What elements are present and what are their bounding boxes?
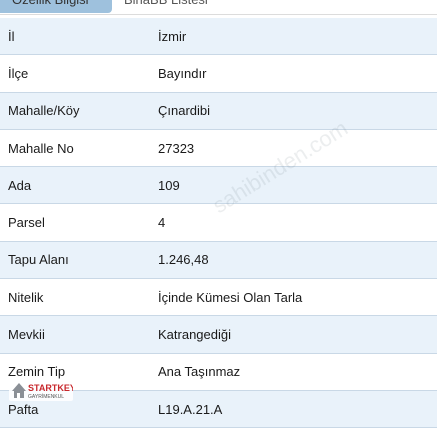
row-value-mahalle-no: 27323 (152, 129, 437, 168)
row-value-pafta: L19.A.21.A (152, 390, 437, 428)
row-value-nitelik: İçinde Kümesi Olan Tarla (152, 278, 437, 317)
row-label-tapu-alani: Tapu Alanı (0, 241, 152, 280)
table-row: İlçe Bayındır (0, 54, 437, 93)
svg-text:GAYRİMENKUL: GAYRİMENKUL (28, 393, 64, 400)
table-row: Parsel 4 (0, 203, 437, 242)
row-label-il: İl (0, 18, 152, 56)
row-value-parsel: 4 (152, 203, 437, 242)
row-label-ada: Ada (0, 166, 152, 205)
row-label-nitelik: Nitelik (0, 278, 152, 317)
row-value-ada: 109 (152, 166, 437, 205)
startkey-logo: STARTKEY GAYRİMENKUL (9, 379, 73, 401)
row-value-zemin-tip: Ana Taşınmaz (152, 353, 437, 391)
row-label-ilce: İlçe (0, 54, 152, 93)
row-label-mahalle-koy: Mahalle/Köy (0, 92, 152, 130)
table-row: Mahalle No 27323 (0, 129, 437, 168)
row-value-mevkii: Katrangediği (152, 315, 437, 354)
row-label-mahalle-no: Mahalle No (0, 129, 152, 168)
row-label-parsel: Parsel (0, 203, 152, 242)
row-value-ilce: Bayındır (152, 54, 437, 93)
table-row: Mahalle/Köy Çınardibi (0, 92, 437, 130)
row-value-mahalle-koy: Çınardibi (152, 92, 437, 130)
property-info-table: İl İzmir İlçe Bayındır Mahalle/Köy Çınar… (0, 18, 437, 428)
tab-building-list[interactable]: BinaBB Listesi (112, 0, 222, 13)
svg-text:STARTKEY: STARTKEY (28, 383, 73, 393)
table-row: Mevkii Katrangediği (0, 315, 437, 354)
table-row: Nitelik İçinde Kümesi Olan Tarla (0, 278, 437, 317)
row-value-tapu-alani: 1.246,48 (152, 241, 437, 280)
tab-bar: Özellik Bilgisi BinaBB Listesi (0, 0, 437, 15)
row-value-il: İzmir (152, 18, 437, 56)
tab-property-info[interactable]: Özellik Bilgisi (0, 0, 112, 13)
row-label-mevkii: Mevkii (0, 315, 152, 354)
table-row: İl İzmir (0, 18, 437, 56)
table-row: Tapu Alanı 1.246,48 (0, 241, 437, 280)
table-row: Ada 109 (0, 166, 437, 205)
